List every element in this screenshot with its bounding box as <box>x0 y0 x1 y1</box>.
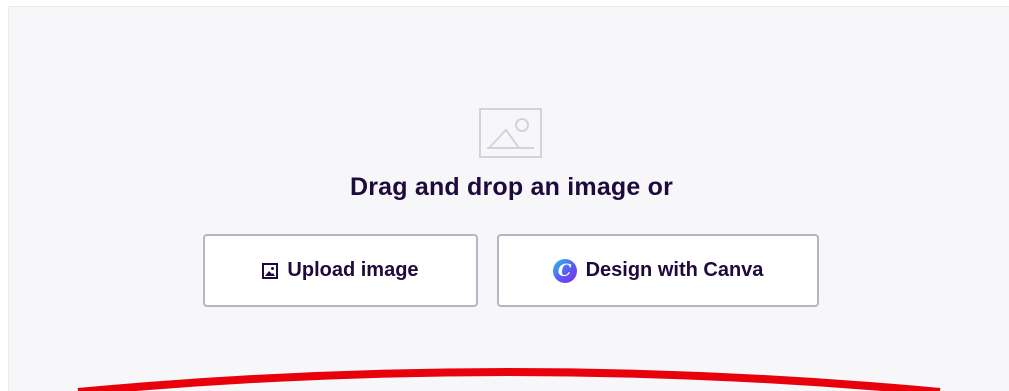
design-with-canva-button[interactable]: C Design with Canva <box>497 234 819 307</box>
canva-logo-icon: C <box>552 258 577 283</box>
image-placeholder-icon <box>479 108 542 158</box>
dropzone-prompt: Drag and drop an image or <box>349 173 674 201</box>
image-icon <box>262 262 279 279</box>
design-with-canva-label: Design with Canva <box>585 259 764 281</box>
upload-image-label: Upload image <box>287 259 419 281</box>
red-annotation-arc <box>77 368 941 391</box>
upload-image-button[interactable]: Upload image <box>203 234 478 307</box>
image-dropzone[interactable]: Drag and drop an image or Upload image C… <box>8 6 1009 391</box>
